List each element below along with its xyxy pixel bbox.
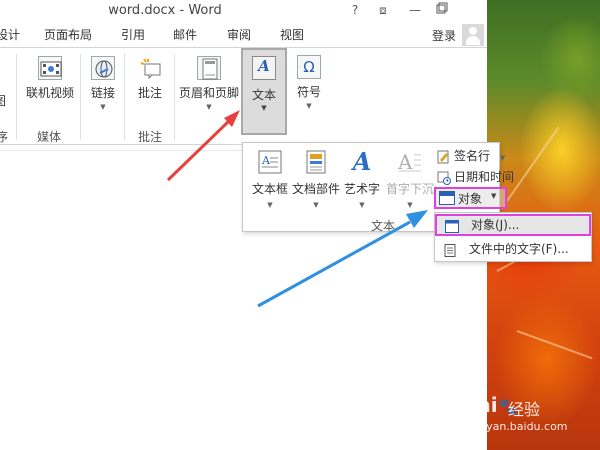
header-footer-button[interactable]: 页眉和页脚 ▼	[178, 56, 240, 111]
restore-button[interactable]	[432, 2, 452, 18]
object-label: 对象	[458, 192, 483, 206]
film-icon	[38, 56, 62, 80]
signature-line-button[interactable]: 签名行 ▼	[437, 147, 505, 164]
tab-references[interactable]: 引用	[121, 26, 145, 43]
tab-design[interactable]: 设计	[0, 26, 20, 43]
chevron-down-icon: ▼	[267, 201, 273, 209]
login-link[interactable]: 登录	[432, 27, 456, 44]
watermark-url: jingyan.baidu.com	[466, 420, 568, 433]
svg-text:A: A	[397, 150, 413, 174]
textbox-button[interactable]: A 文本框 ▼	[247, 149, 293, 209]
chevron-down-icon: ▼	[261, 104, 267, 112]
header-footer-label: 页眉和页脚	[178, 86, 239, 100]
object-icon	[445, 220, 459, 233]
text-label: 文本	[251, 88, 276, 102]
group-label-media: 媒体	[37, 130, 62, 144]
window-title: word.docx - Word	[108, 3, 222, 18]
tab-page-layout[interactable]: 页面布局	[44, 26, 92, 43]
minimize-button[interactable]: —	[404, 2, 426, 18]
menu-item-object[interactable]: 对象(J)...	[435, 214, 591, 236]
document-icon	[443, 242, 457, 257]
quickparts-icon	[303, 149, 329, 175]
chevron-down-icon: ▼	[491, 192, 497, 200]
document-ruler-line	[0, 150, 245, 151]
wordart-icon: A	[352, 147, 372, 176]
link-button[interactable]: 链接 ▼	[86, 56, 120, 111]
dropcap-button[interactable]: A 首字下沉 ▼	[385, 149, 435, 209]
watermark-jingyan: 经验	[508, 400, 541, 419]
symbol-button[interactable]: Ω 符号 ▼	[292, 55, 326, 110]
tab-view[interactable]: 视图	[280, 26, 304, 43]
signature-icon	[437, 150, 451, 164]
quickparts-button[interactable]: 文档部件 ▼	[291, 149, 341, 209]
object-submenu: 对象(J)... 文件中的文字(F)...	[434, 212, 592, 262]
quickparts-label: 文档部件	[291, 182, 340, 196]
chevron-down-icon: ▼	[499, 154, 506, 162]
textbox-label: 文本框	[251, 182, 288, 196]
ribbon-display-button[interactable]: ⧈	[372, 2, 394, 18]
menu-item-text-from-file-label: 文件中的文字(F)...	[469, 242, 569, 256]
online-video-label: 联机视频	[25, 86, 74, 100]
chevron-down-icon: ▼	[313, 201, 319, 209]
menu-item-object-label: 对象(J)...	[471, 218, 520, 232]
chevron-down-icon: ▼	[206, 103, 212, 111]
textbox-icon: A	[257, 149, 283, 175]
chevron-down-icon: ▼	[359, 201, 365, 209]
calendar-clock-icon	[437, 171, 451, 185]
object-icon	[439, 191, 455, 205]
cut-off-item: 图	[0, 94, 7, 108]
signature-line-label: 签名行	[454, 149, 491, 163]
title-bar: word.docx - Word ? ⧈ —	[0, 0, 487, 22]
dropcap-label: 首字下沉	[385, 182, 434, 196]
help-button[interactable]: ?	[344, 2, 366, 18]
symbol-label: 符号	[296, 85, 321, 99]
text-icon: A	[252, 56, 276, 80]
svg-text:A: A	[261, 154, 271, 167]
dropcap-icon: A	[397, 149, 423, 175]
chevron-down-icon: ▼	[100, 103, 106, 111]
wordart-label: 艺术字	[343, 182, 380, 196]
ribbon-tabs: 设计 页面布局 引用 邮件 审阅 视图	[0, 24, 487, 46]
group-label-text: 文本	[371, 219, 396, 233]
datetime-label: 日期和时间	[454, 170, 515, 184]
group-label-partial: 序	[0, 130, 9, 144]
tab-review[interactable]: 审阅	[227, 26, 251, 43]
restore-icon	[436, 2, 448, 14]
link-label: 链接	[90, 86, 115, 100]
group-label-comment: 批注	[138, 130, 163, 144]
new-comment-icon	[138, 56, 162, 80]
comment-label: 批注	[137, 86, 162, 100]
omega-icon: Ω	[297, 55, 321, 79]
online-video-button[interactable]: 联机视频	[25, 56, 75, 101]
menu-item-text-from-file[interactable]: 文件中的文字(F)...	[435, 238, 591, 260]
screenshot: word.docx - Word ? ⧈ — 设计 页面布局 引用 邮件 审阅 …	[0, 0, 600, 450]
link-icon	[91, 56, 115, 80]
object-button[interactable]: 对象 ▼	[434, 187, 507, 209]
comment-button[interactable]: 批注	[130, 56, 170, 101]
tab-mailings[interactable]: 邮件	[173, 26, 197, 43]
header-footer-icon	[197, 56, 221, 80]
wordart-button[interactable]: A 艺术字 ▼	[341, 147, 383, 210]
avatar[interactable]	[462, 24, 484, 46]
chevron-down-icon: ▼	[306, 102, 312, 110]
datetime-button[interactable]: 日期和时间	[437, 168, 514, 185]
chevron-down-icon: ▼	[407, 201, 413, 209]
text-button[interactable]: A 文本 ▼	[241, 48, 287, 135]
